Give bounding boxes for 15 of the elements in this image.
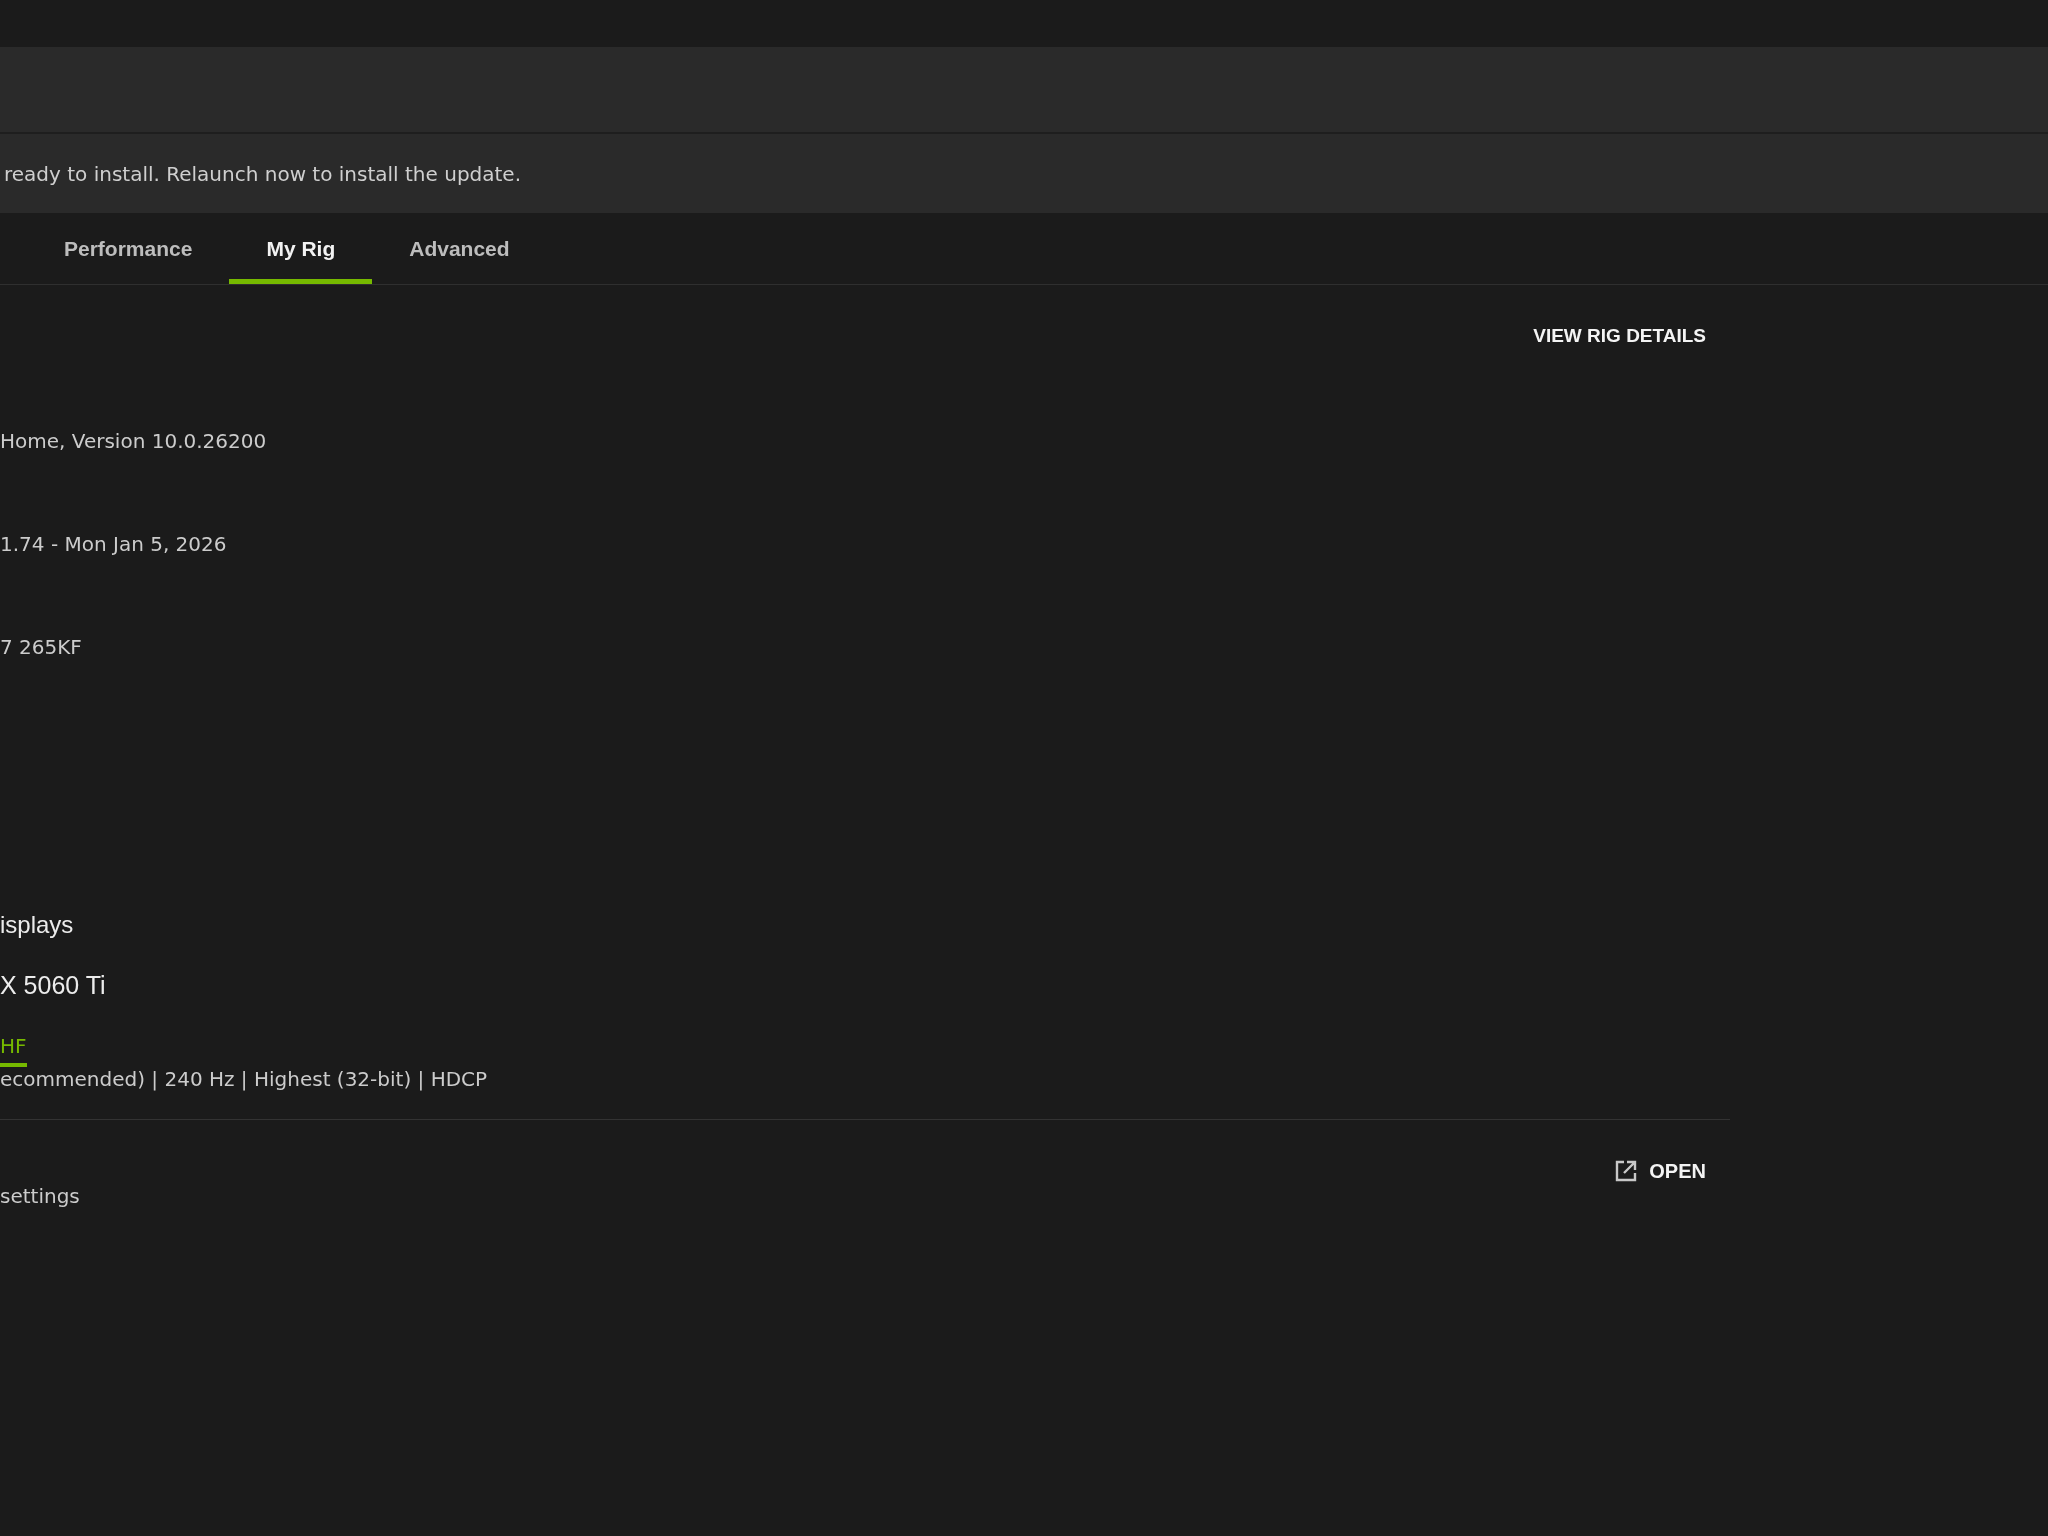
- info-value: 1.74 - Mon Jan 5, 2026: [0, 531, 227, 556]
- setting-description: settings: [0, 1184, 80, 1208]
- info-value: 7 265KF: [0, 634, 82, 659]
- banner-message: ready to install. Relaunch now to install the update.: [4, 161, 522, 186]
- tab[interactable]: Performance: [27, 213, 230, 284]
- tab[interactable]: My Rig: [229, 213, 373, 284]
- open-button[interactable]: OPEN: [1615, 1155, 1706, 1187]
- info-value: Home, Version 10.0.26200: [0, 428, 267, 453]
- display-details: ecommended) | 240 Hz | Highest (32-bit) | HDCP: [0, 1067, 488, 1091]
- view-details-button[interactable]: VIEW RIG DETAILS: [1533, 321, 1706, 351]
- monitor-tab[interactable]: HF: [0, 1033, 27, 1067]
- external-link-icon: [1615, 1160, 1638, 1182]
- tab[interactable]: Advanced: [372, 213, 547, 284]
- gpu-name: X 5060 Ti: [0, 970, 106, 1000]
- section-heading: isplays: [0, 910, 74, 940]
